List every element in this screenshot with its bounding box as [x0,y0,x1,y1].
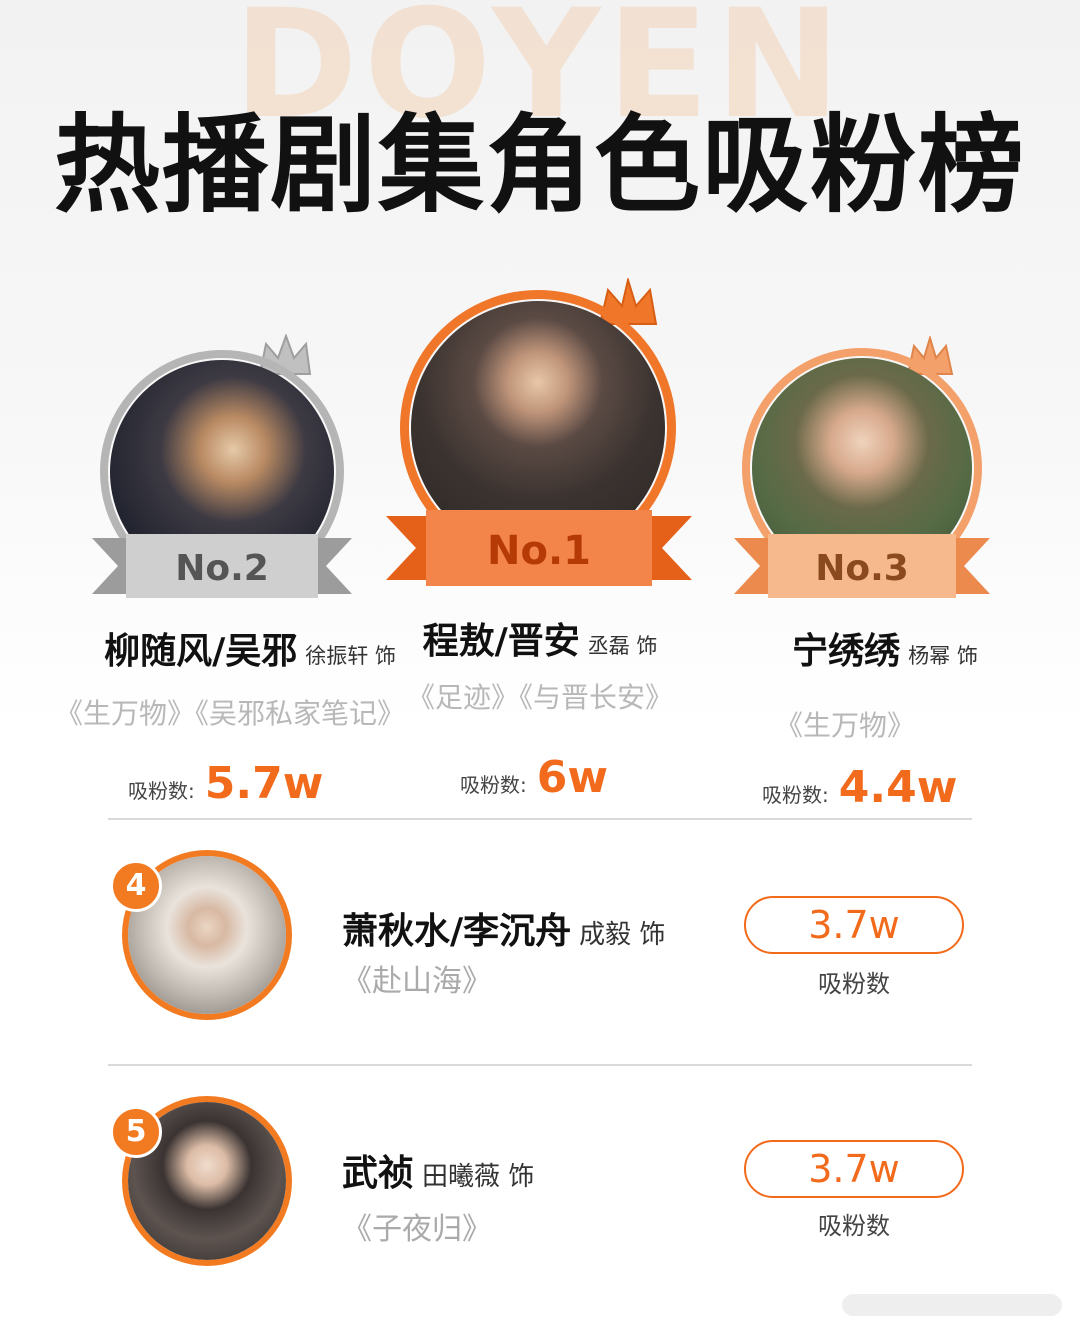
fans-label: 吸粉数: [128,779,195,803]
fans-value: 4.4w [838,762,958,813]
fans-label: 吸粉数 [818,970,890,998]
rank-label: No.2 [175,548,269,589]
fans-value-pill: 3.7w [744,896,964,954]
works-list: 《子夜归》 [342,1212,492,1247]
role-name-line: 萧秋水/李沉舟 成毅 饰 [342,902,665,954]
fans-value: 6w [536,752,609,803]
works-list: 《赴山海》 [342,964,492,999]
fans-value-pill: 3.7w [744,1140,964,1198]
fans-label: 吸粉数: [762,783,829,807]
page-title: 热播剧集角色吸粉榜 [54,104,1026,227]
role-name: 宁绣绣 [792,631,901,672]
role-name-line: 武祯 田曦薇 饰 [342,1144,534,1196]
rank-label: No.3 [815,548,909,589]
role-name: 程敖/晋安 [422,621,580,662]
works-list: 《生万物》 [774,709,915,742]
fans-count: 吸粉数: 4.4w [762,762,957,813]
role-name-line: 宁绣绣 杨幂 饰 [720,622,1050,674]
role-name: 柳随风/吴邪 [104,631,298,672]
actor-name: 丞磊 饰 [587,634,658,658]
fans-count: 吸粉数: 6w [460,752,608,803]
actor-name: 成毅 饰 [579,920,666,950]
role-name: 萧秋水/李沉舟 [342,911,572,952]
rank-badge: 4 [110,860,162,912]
fans-label: 吸粉数: [460,773,527,797]
fans-value: 5.7w [204,758,324,809]
role-name-line: 程敖/晋安 丞磊 饰 [360,612,720,664]
divider [108,818,972,820]
fans-count: 吸粉数: 5.7w [128,758,323,809]
works-list: 《足迹》《与晋长安》 [406,681,673,714]
divider [108,1064,972,1066]
actor-name: 杨幂 饰 [908,644,978,668]
fans-label: 吸粉数 [818,1212,890,1240]
rank-label: No.1 [487,528,591,574]
actor-name: 田曦薇 饰 [422,1162,535,1192]
role-name: 武祯 [342,1153,415,1194]
source-watermark-bar [842,1294,1062,1316]
rank-badge: 5 [110,1106,162,1158]
